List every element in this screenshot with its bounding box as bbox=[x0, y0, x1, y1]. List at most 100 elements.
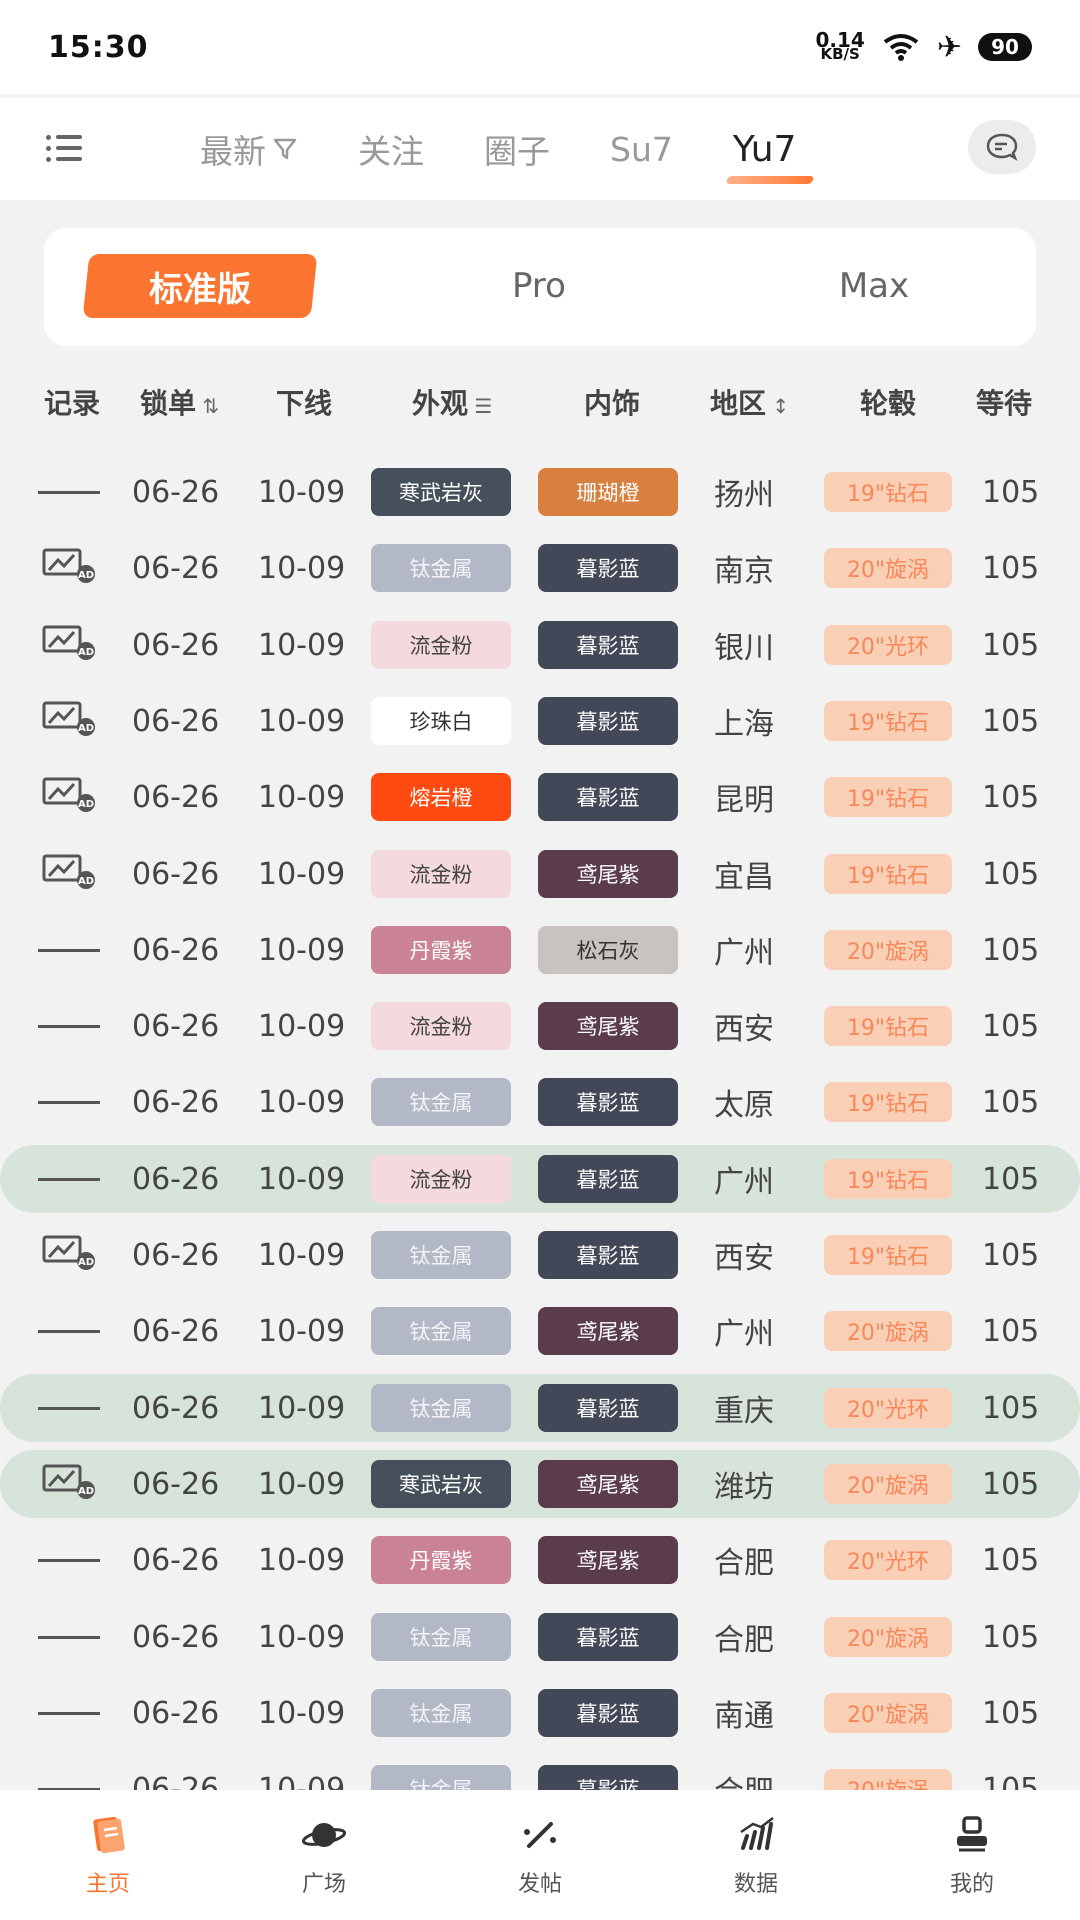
table-row[interactable]: AD 06-26 10-09 流金粉 暮影蓝 银川 20"光环 105 bbox=[0, 611, 1080, 679]
col-lock-sort[interactable]: 锁单 ⇅ bbox=[140, 382, 219, 422]
wheel-cell: 20"光环 bbox=[824, 1374, 952, 1442]
table-row[interactable]: 06-26 10-09 丹霞紫 鸢尾紫 合肥 20"光环 105 bbox=[0, 1526, 1080, 1594]
table-row[interactable]: 06-26 10-09 寒武岩灰 珊瑚橙 扬州 19"钻石 105 bbox=[0, 458, 1080, 526]
menu-list-icon[interactable] bbox=[46, 132, 82, 164]
nav-home[interactable]: 主页 bbox=[0, 1790, 216, 1920]
sort-icon: ⇅ bbox=[196, 394, 220, 418]
record-cell: AD bbox=[34, 687, 104, 755]
tab-follow[interactable]: 关注 bbox=[358, 125, 424, 173]
interior-cell: 暮影蓝 bbox=[538, 763, 678, 831]
wait-days: 105 bbox=[982, 932, 1040, 968]
table-row[interactable]: 06-26 10-09 流金粉 鸢尾紫 西安 19"钻石 105 bbox=[0, 992, 1080, 1060]
ad-record-icon[interactable]: AD bbox=[40, 1460, 98, 1508]
interior-color-chip: 暮影蓝 bbox=[538, 1384, 678, 1432]
ad-record-icon[interactable]: AD bbox=[40, 621, 98, 669]
wheel-badge: 19"钻石 bbox=[824, 472, 952, 512]
nav-data[interactable]: 数据 bbox=[648, 1790, 864, 1920]
offline-date: 10-09 bbox=[258, 1695, 346, 1731]
table-row[interactable]: 06-26 10-09 钛金属 鸢尾紫 广州 20"旋涡 105 bbox=[0, 1297, 1080, 1365]
interior-cell: 松石灰 bbox=[538, 916, 678, 984]
col-interior: 内饰 bbox=[584, 387, 641, 420]
interior-color-chip: 鸢尾紫 bbox=[538, 1002, 678, 1050]
table-row[interactable]: AD 06-26 10-09 流金粉 鸢尾紫 宜昌 19"钻石 105 bbox=[0, 840, 1080, 908]
no-record-dash bbox=[38, 490, 100, 494]
network-speed: 0.14 KB/S bbox=[816, 30, 865, 62]
wait-days: 105 bbox=[982, 474, 1040, 510]
interior-cell: 暮影蓝 bbox=[538, 1145, 678, 1213]
record-cell bbox=[34, 1145, 104, 1213]
offline-date: 10-09 bbox=[258, 1237, 346, 1273]
exterior-cell: 流金粉 bbox=[371, 992, 511, 1060]
edition-max-button[interactable]: Max bbox=[724, 254, 1024, 318]
ad-record-icon[interactable]: AD bbox=[40, 1231, 98, 1279]
filter-icon[interactable] bbox=[272, 136, 298, 162]
table-row[interactable]: 06-2610-09钛金属暮影蓝合肥20"旋涡105 bbox=[0, 1603, 1080, 1671]
table-row[interactable]: AD 06-26 10-09 钛金属 暮影蓝 西安 19"钻石 105 bbox=[0, 1221, 1080, 1289]
lock-date: 06-26 bbox=[132, 1390, 220, 1426]
wait-days: 105 bbox=[982, 1084, 1040, 1120]
exterior-color-chip: 钛金属 bbox=[371, 1689, 511, 1737]
wait-days: 105 bbox=[982, 1542, 1040, 1578]
nav-post[interactable]: 发帖 bbox=[432, 1790, 648, 1920]
offline-date: 10-09 bbox=[258, 1084, 346, 1120]
table-row[interactable]: AD 06-26 10-09 熔岩橙 暮影蓝 昆明 19"钻石 105 bbox=[0, 763, 1080, 831]
region: 银川 bbox=[714, 631, 774, 666]
ad-record-icon[interactable]: AD bbox=[40, 773, 98, 821]
exterior-cell: 流金粉 bbox=[371, 1145, 511, 1213]
edition-standard-label: 标准版 bbox=[149, 269, 251, 310]
table-row[interactable]: 06-26 10-09 钛金属 暮影蓝 南通 20"旋涡 105 bbox=[0, 1679, 1080, 1747]
ad-record-icon[interactable]: AD bbox=[40, 850, 98, 898]
tab-circle[interactable]: 圈子 bbox=[484, 125, 550, 173]
region: 广州 bbox=[714, 936, 774, 971]
wait-days: 105 bbox=[982, 627, 1040, 663]
exterior-cell: 钛金属 bbox=[371, 1297, 511, 1365]
interior-color-chip: 暮影蓝 bbox=[538, 1155, 678, 1203]
tab-latest[interactable]: 最新 bbox=[200, 125, 298, 173]
wheel-badge: 19"钻石 bbox=[824, 1082, 952, 1122]
record-cell bbox=[34, 1374, 104, 1442]
table-row[interactable]: 06-2610-09钛金属暮影蓝合肥20"旋涡105 bbox=[0, 1755, 1080, 1790]
interior-color-chip: 鸢尾紫 bbox=[538, 1460, 678, 1508]
exterior-cell: 寒武岩灰 bbox=[371, 1450, 511, 1518]
edition-max-label: Max bbox=[838, 266, 910, 306]
region: 南通 bbox=[714, 1699, 774, 1734]
nav-mine[interactable]: 我的 bbox=[864, 1790, 1080, 1920]
exterior-color-chip: 流金粉 bbox=[371, 621, 511, 669]
tab-circle-label: 圈子 bbox=[484, 132, 550, 171]
table-row[interactable]: AD 06-26 10-09 珍珠白 暮影蓝 上海 19"钻石 105 bbox=[0, 687, 1080, 755]
edition-pro-button[interactable]: Pro bbox=[354, 254, 724, 318]
ad-record-icon[interactable]: AD bbox=[40, 697, 98, 745]
wheel-badge: 20"旋涡 bbox=[824, 1464, 952, 1504]
tab-yu7[interactable]: Yu7 bbox=[725, 129, 815, 184]
offline-date: 10-09 bbox=[258, 1771, 346, 1791]
table-row[interactable]: 06-26 10-09 丹霞紫 松石灰 广州 20"旋涡 105 bbox=[0, 916, 1080, 984]
record-cell bbox=[34, 1526, 104, 1594]
offline-date: 10-09 bbox=[258, 1542, 346, 1578]
table-row[interactable]: 06-26 10-09 流金粉 暮影蓝 广州 19"钻石 105 bbox=[0, 1145, 1080, 1213]
wait-days: 105 bbox=[982, 1008, 1040, 1044]
exterior-color-chip: 丹霞紫 bbox=[371, 926, 511, 974]
ad-record-icon[interactable]: AD bbox=[40, 544, 98, 592]
offline-date: 10-09 bbox=[258, 627, 346, 663]
wait-days: 105 bbox=[982, 1619, 1040, 1655]
wait-days: 105 bbox=[982, 779, 1040, 815]
edition-standard-button[interactable]: 标准版 bbox=[82, 254, 318, 318]
table-row[interactable]: 06-26 10-09 钛金属 暮影蓝 重庆 20"光环 105 bbox=[0, 1374, 1080, 1442]
table-row[interactable]: 06-26 10-09 钛金属 暮影蓝 太原 19"钻石 105 bbox=[0, 1068, 1080, 1136]
exterior-color-chip: 钛金属 bbox=[371, 1307, 511, 1355]
tab-su7[interactable]: Su7 bbox=[610, 130, 673, 169]
wheel-cell: 20"旋涡 bbox=[824, 1603, 952, 1671]
profile-icon bbox=[957, 1816, 987, 1852]
exterior-color-chip: 流金粉 bbox=[371, 850, 511, 898]
exterior-cell: 珍珠白 bbox=[371, 687, 511, 755]
col-exterior-filter[interactable]: 外观 ☰ bbox=[412, 382, 492, 422]
message-button[interactable] bbox=[968, 120, 1036, 174]
table-row[interactable]: AD 06-26 10-09 寒武岩灰 鸢尾紫 潍坊 20"旋涡 105 bbox=[0, 1450, 1080, 1518]
interior-cell: 暮影蓝 bbox=[538, 1374, 678, 1442]
col-region-sort[interactable]: 地区 ↕ bbox=[710, 382, 789, 422]
lock-date: 06-26 bbox=[132, 932, 220, 968]
table-row[interactable]: AD 06-26 10-09 钛金属 暮影蓝 南京 20"旋涡 105 bbox=[0, 534, 1080, 602]
nav-plaza[interactable]: 广场 bbox=[216, 1790, 432, 1920]
offline-date: 10-09 bbox=[258, 474, 346, 510]
wheel-cell: 19"钻石 bbox=[824, 1068, 952, 1136]
